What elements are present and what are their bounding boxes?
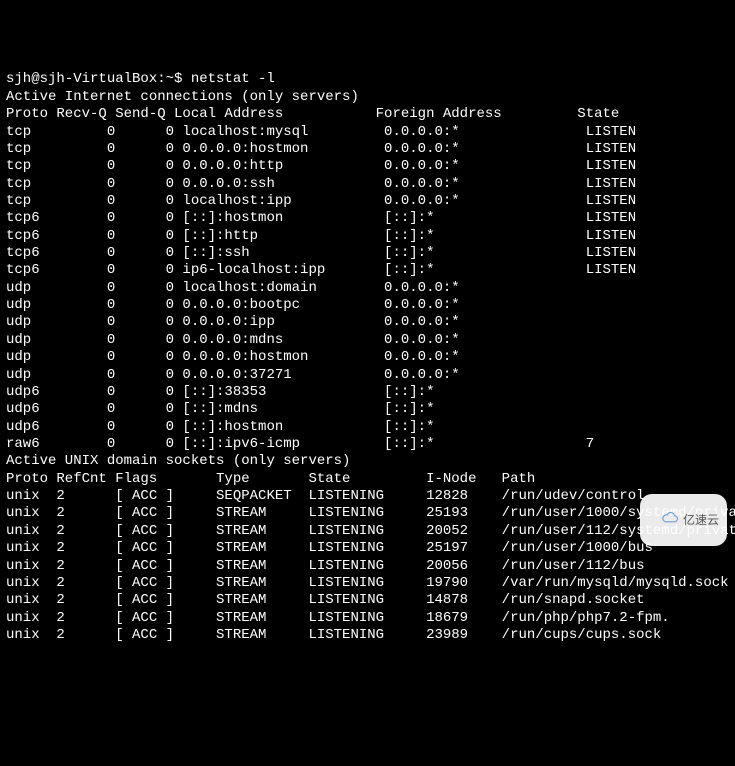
terminal-line: udp 0 0 localhost:domain 0.0.0.0:* [6, 280, 735, 297]
terminal-output: sjh@sjh-VirtualBox:~$ netstat -lActive I… [6, 71, 735, 644]
cloud-icon [648, 497, 679, 543]
terminal-line: unix 2 [ ACC ] STREAM LISTENING 14878 /r… [6, 592, 735, 609]
terminal-line: unix 2 [ ACC ] STREAM LISTENING 25193 /r… [6, 505, 735, 522]
terminal-line: tcp6 0 0 [::]:hostmon [::]:* LISTEN [6, 210, 735, 227]
terminal-line: tcp 0 0 0.0.0.0:ssh 0.0.0.0:* LISTEN [6, 176, 735, 193]
terminal-line: udp6 0 0 [::]:38353 [::]:* [6, 384, 735, 401]
terminal-line: Proto Recv-Q Send-Q Local Address Foreig… [6, 106, 735, 123]
terminal-line: unix 2 [ ACC ] SEQPACKET LISTENING 12828… [6, 488, 735, 505]
terminal-line: tcp6 0 0 [::]:ssh [::]:* LISTEN [6, 245, 735, 262]
terminal-line: unix 2 [ ACC ] STREAM LISTENING 18679 /r… [6, 610, 735, 627]
terminal-line: udp6 0 0 [::]:mdns [::]:* [6, 401, 735, 418]
terminal-line: unix 2 [ ACC ] STREAM LISTENING 25197 /r… [6, 540, 735, 557]
terminal-line: unix 2 [ ACC ] STREAM LISTENING 20052 /r… [6, 523, 735, 540]
terminal-line: raw6 0 0 [::]:ipv6-icmp [::]:* 7 [6, 436, 735, 453]
terminal-line: udp 0 0 0.0.0.0:ipp 0.0.0.0:* [6, 314, 735, 331]
terminal-line: udp6 0 0 [::]:hostmon [::]:* [6, 419, 735, 436]
terminal-line: tcp 0 0 0.0.0.0:hostmon 0.0.0.0:* LISTEN [6, 141, 735, 158]
terminal-line: udp 0 0 0.0.0.0:hostmon 0.0.0.0:* [6, 349, 735, 366]
terminal-line: tcp6 0 0 ip6-localhost:ipp [::]:* LISTEN [6, 262, 735, 279]
terminal-line: tcp6 0 0 [::]:http [::]:* LISTEN [6, 228, 735, 245]
terminal-line: Proto RefCnt Flags Type State I-Node Pat… [6, 471, 735, 488]
terminal-line: tcp 0 0 0.0.0.0:http 0.0.0.0:* LISTEN [6, 158, 735, 175]
terminal-line: unix 2 [ ACC ] STREAM LISTENING 20056 /r… [6, 558, 735, 575]
watermark-badge: 亿速云 [640, 494, 727, 546]
terminal-line: udp 0 0 0.0.0.0:mdns 0.0.0.0:* [6, 332, 735, 349]
terminal-line: tcp 0 0 localhost:mysql 0.0.0.0:* LISTEN [6, 124, 735, 141]
terminal-line: tcp 0 0 localhost:ipp 0.0.0.0:* LISTEN [6, 193, 735, 210]
terminal-line: udp 0 0 0.0.0.0:bootpc 0.0.0.0:* [6, 297, 735, 314]
terminal-line: udp 0 0 0.0.0.0:37271 0.0.0.0:* [6, 367, 735, 384]
terminal-line: Active UNIX domain sockets (only servers… [6, 453, 735, 470]
terminal-line: unix 2 [ ACC ] STREAM LISTENING 19790 /v… [6, 575, 735, 592]
terminal-line: Active Internet connections (only server… [6, 89, 735, 106]
terminal-line: sjh@sjh-VirtualBox:~$ netstat -l [6, 71, 735, 88]
terminal-line: unix 2 [ ACC ] STREAM LISTENING 23989 /r… [6, 627, 735, 644]
watermark-text: 亿速云 [683, 513, 719, 528]
